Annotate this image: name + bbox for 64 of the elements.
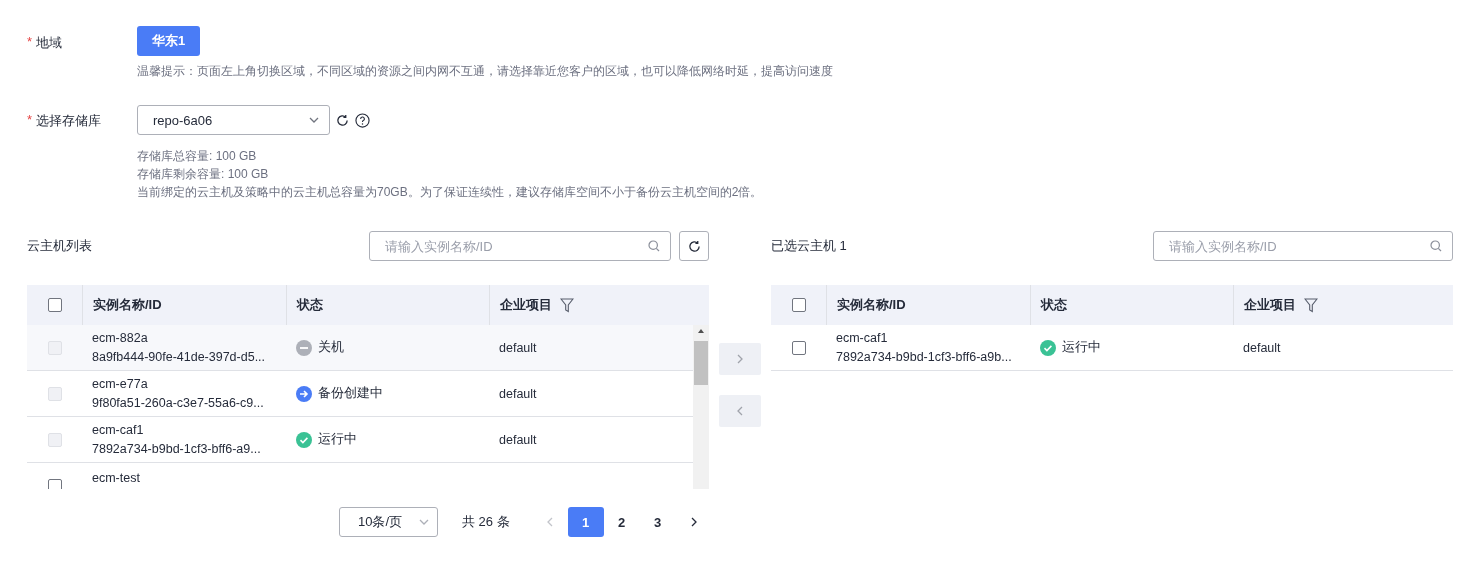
field-label: 选择存储库 <box>36 112 102 130</box>
refresh-button[interactable] <box>679 231 709 261</box>
column-header: 状态 <box>297 296 323 314</box>
panel-title: 已选云主机 1 <box>771 237 847 255</box>
instance-id: 9f80fa51-260a-c3e7-55a6-c9... <box>92 394 265 412</box>
minus-circle-icon <box>296 339 312 356</box>
help-icon[interactable] <box>355 112 370 128</box>
search-field[interactable]: 请输入实例名称/ID <box>1153 231 1453 261</box>
search-field[interactable]: 请输入实例名称/ID <box>369 231 671 261</box>
search-icon <box>648 240 660 252</box>
instance-name: ecm-e77a <box>92 375 149 393</box>
instance-name: ecm-caf1 <box>836 329 889 347</box>
instance-name: ecm-882a <box>92 329 149 347</box>
chevron-down-icon <box>309 115 319 125</box>
arrow-circle-icon <box>296 385 312 402</box>
filter-icon[interactable] <box>560 297 574 313</box>
check-circle-icon <box>296 431 312 448</box>
chevron-left-icon <box>735 406 745 416</box>
region-button[interactable]: 华东1 <box>137 26 200 56</box>
column-header: 企业项目 <box>1244 296 1296 314</box>
column-header: 企业项目 <box>500 296 552 314</box>
search-icon <box>1430 240 1442 252</box>
info-text: 存储库总容量: 100 GB <box>137 148 258 165</box>
refresh-icon <box>687 239 701 253</box>
checkbox[interactable] <box>47 478 62 489</box>
page-size-select[interactable]: 10条/页 <box>339 507 438 537</box>
field-label: 地域 <box>36 34 63 52</box>
filter-icon[interactable] <box>1304 297 1318 313</box>
scrollbar-thumb[interactable] <box>694 341 708 385</box>
status-text: 备份创建中 <box>318 385 383 402</box>
instance-id: 7892a734-b9bd-1cf3-bff6-a9... <box>92 440 262 458</box>
instance-id: 7892a734-b9bd-1cf3-bff6-a9b... <box>836 348 1013 366</box>
page-button[interactable]: 2 <box>603 507 640 537</box>
checkbox[interactable] <box>791 340 806 355</box>
scrollbar[interactable] <box>693 325 709 489</box>
column-header: 实例名称/ID <box>93 296 162 314</box>
repository-select[interactable]: repo-6a06 <box>137 105 330 135</box>
page-button[interactable]: 1 <box>567 507 604 537</box>
required-mark: * <box>27 112 33 129</box>
instance-name: ecm-test <box>92 470 141 487</box>
info-text: 当前绑定的云主机及策略中的云主机总容量为70GB。为了保证连续性，建议存储库空间不小于备份云主机空间的2倍。 <box>137 184 763 201</box>
checkbox[interactable] <box>791 298 806 312</box>
project-text: default <box>499 386 537 401</box>
required-mark: * <box>27 34 33 51</box>
column-header: 状态 <box>1041 296 1067 314</box>
check-circle-icon <box>1040 339 1056 356</box>
checkbox[interactable] <box>47 298 62 312</box>
info-text: 存储库剩余容量: 100 GB <box>137 166 270 183</box>
hint-text: 温馨提示：页面左上角切换区域，不同区域的资源之间内网不互通，请选择靠近您客户的区域，也可以降低网络时延，提高访问速度 <box>137 63 833 80</box>
total-count: 共 26 条 <box>462 513 510 531</box>
page-button[interactable]: 3 <box>639 507 676 537</box>
status-text: 关机 <box>318 339 344 356</box>
project-text: default <box>1243 340 1281 355</box>
panel-title: 云主机列表 <box>27 237 92 255</box>
project-text: default <box>499 340 537 355</box>
chevron-right-icon <box>735 354 745 364</box>
instance-name: ecm-caf1 <box>92 421 145 439</box>
status-text: 运行中 <box>1062 339 1101 356</box>
refresh-icon <box>336 113 349 127</box>
chevron-down-icon <box>419 517 429 527</box>
status-text: 运行中 <box>318 431 357 448</box>
column-header: 实例名称/ID <box>837 296 906 314</box>
instance-id: 8a9fb444-90fe-41de-397d-d5... <box>92 348 267 366</box>
project-text: default <box>499 432 537 447</box>
